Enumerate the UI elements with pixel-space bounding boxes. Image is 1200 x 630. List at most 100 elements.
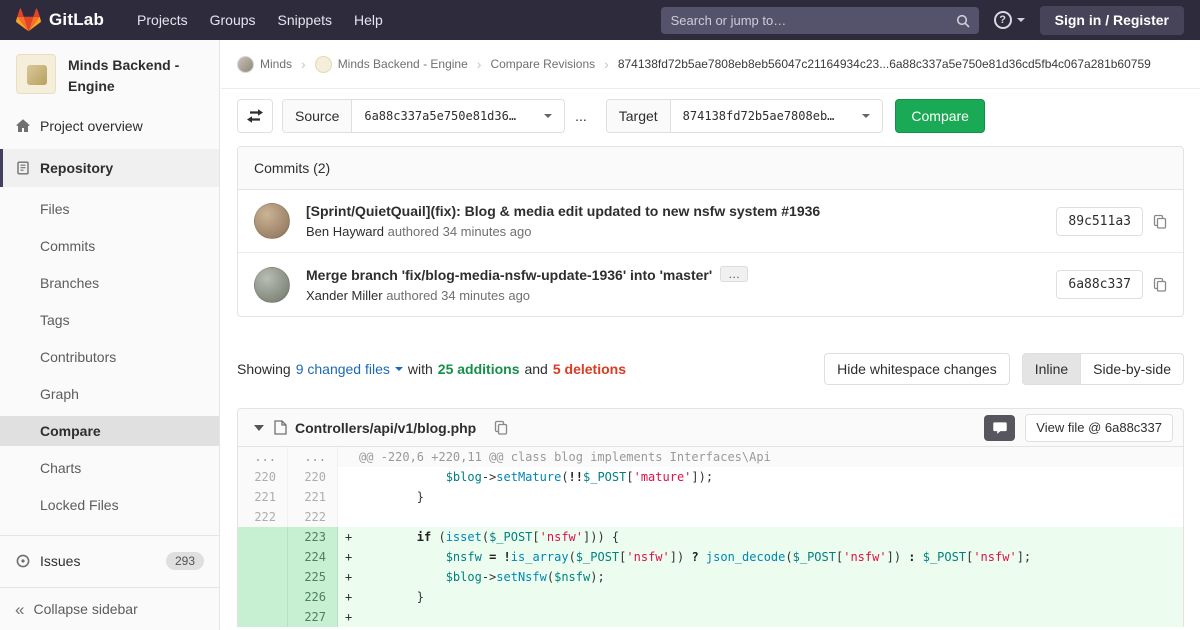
view-file-button[interactable]: View file @ 6a88c337 xyxy=(1025,414,1173,442)
old-line-number[interactable] xyxy=(238,607,288,627)
sidebar-item-tags[interactable]: Tags xyxy=(0,305,219,335)
copy-commit-sha-button[interactable] xyxy=(1153,277,1167,292)
old-line-number[interactable] xyxy=(238,547,288,567)
new-line-number[interactable]: 224 xyxy=(288,547,338,567)
new-line-number[interactable]: 226 xyxy=(288,587,338,607)
sidebar-item-charts[interactable]: Charts xyxy=(0,453,219,483)
commit-author-link[interactable]: Ben Hayward xyxy=(306,224,384,239)
source-ref-dropdown[interactable]: 6a88c337a5e750e81d36… xyxy=(352,100,564,132)
commit-sha-group: 6a88c337 xyxy=(1056,270,1167,299)
sidebar-item-issues[interactable]: Issues 293 xyxy=(0,542,219,580)
commits-panel-header: Commits (2) xyxy=(238,147,1183,190)
commit-author-avatar[interactable] xyxy=(254,267,290,303)
commit-info: [Sprint/QuietQuail](fix): Blog & media e… xyxy=(306,203,1042,239)
nav-item-groups[interactable]: Groups xyxy=(199,0,267,40)
collapse-sidebar-label: Collapse sidebar xyxy=(33,601,137,617)
question-icon: ? xyxy=(994,11,1012,29)
search-icon xyxy=(956,14,970,28)
diff-stats-text: Showing 9 changed files with 25 addition… xyxy=(237,361,824,377)
diff-added-line: 227 + xyxy=(238,607,1183,627)
compare-form: Source 6a88c337a5e750e81d36… ... Target … xyxy=(237,99,1184,133)
diff-marker: + xyxy=(345,527,359,547)
file-icon xyxy=(274,420,287,435)
target-ref-dropdown[interactable]: 874138fd72b5ae7808eb… xyxy=(671,100,883,132)
copy-commit-sha-button[interactable] xyxy=(1153,214,1167,229)
sidebar-item-files[interactable]: Files xyxy=(0,194,219,224)
old-line-number[interactable]: 220 xyxy=(238,467,288,487)
hide-whitespace-button[interactable]: Hide whitespace changes xyxy=(824,353,1010,385)
collapse-sidebar-button[interactable]: « Collapse sidebar xyxy=(0,587,219,630)
diff-added-line: 223+ if (isset($_POST['nsfw'])) { xyxy=(238,527,1183,547)
breadcrumb-item-minds-backend-engine[interactable]: Minds Backend - Engine xyxy=(315,56,468,73)
gitlab-wordmark: GitLab xyxy=(49,10,104,30)
search-input[interactable] xyxy=(661,7,979,34)
nav-item-help[interactable]: Help xyxy=(343,0,394,40)
changed-files-dropdown[interactable]: 9 changed files xyxy=(296,361,403,377)
gitlab-home-link[interactable]: GitLab xyxy=(16,8,104,32)
new-line-number[interactable]: 225 xyxy=(288,567,338,587)
sidebar-item-label: Project overview xyxy=(40,118,143,134)
collapse-diff-icon[interactable] xyxy=(254,425,264,431)
new-line-number[interactable]: 223 xyxy=(288,527,338,547)
side-by-side-view-button[interactable]: Side-by-side xyxy=(1081,353,1184,385)
new-line-number[interactable]: 222 xyxy=(288,507,338,527)
copy-file-path-button[interactable] xyxy=(494,420,508,435)
code-line: + $nsfw = !is_array($_POST['nsfw']) ? js… xyxy=(338,547,1183,567)
collapse-chevrons-icon: « xyxy=(15,601,24,618)
target-label: Target xyxy=(607,100,671,132)
diff-file-header: Controllers/api/v1/blog.php View file @ … xyxy=(238,409,1183,447)
compare-page-body: Source 6a88c337a5e750e81d36… ... Target … xyxy=(221,99,1200,627)
sign-in-button[interactable]: Sign in / Register xyxy=(1040,6,1184,35)
target-ref-value: 874138fd72b5ae7808eb… xyxy=(683,109,835,123)
commit-message-expander[interactable]: … xyxy=(720,266,748,282)
commit-sha-button[interactable]: 6a88c337 xyxy=(1056,270,1143,299)
old-line-number[interactable] xyxy=(238,567,288,587)
old-line-number[interactable] xyxy=(238,587,288,607)
commit-list: [Sprint/QuietQuail](fix): Blog & media e… xyxy=(238,190,1183,316)
chevron-down-icon xyxy=(395,367,403,371)
repository-icon xyxy=(15,160,31,176)
toggle-comments-button[interactable] xyxy=(984,415,1015,441)
sidebar-item-project-overview[interactable]: Project overview xyxy=(0,107,219,145)
compare-button[interactable]: Compare xyxy=(895,99,985,133)
help-dropdown[interactable]: ? xyxy=(994,11,1025,29)
commit-title-link[interactable]: Merge branch 'fix/blog-media-nsfw-update… xyxy=(306,267,712,283)
old-line-number[interactable]: 222 xyxy=(238,507,288,527)
sidebar-item-repository[interactable]: Repository xyxy=(0,149,219,187)
sidebar-item-graph[interactable]: Graph xyxy=(0,379,219,409)
sidebar-item-branches[interactable]: Branches xyxy=(0,268,219,298)
commit-info: Merge branch 'fix/blog-media-nsfw-update… xyxy=(306,266,1042,303)
commit-author-avatar[interactable] xyxy=(254,203,290,239)
project-avatar xyxy=(16,54,56,94)
commit-sha-button[interactable]: 89c511a3 xyxy=(1056,207,1143,236)
diff-header-actions: View file @ 6a88c337 xyxy=(984,414,1173,442)
commit-title-row: Merge branch 'fix/blog-media-nsfw-update… xyxy=(306,266,1042,283)
nav-item-projects[interactable]: Projects xyxy=(126,0,199,40)
breadcrumb-item-compare-revisions[interactable]: Compare Revisions xyxy=(490,57,595,71)
sidebar-item-compare[interactable]: Compare xyxy=(0,416,219,446)
old-line-number[interactable] xyxy=(238,527,288,547)
gitlab-compare-page: GitLab ProjectsGroupsSnippetsHelp ? Sign… xyxy=(0,0,1200,630)
code-line: + xyxy=(338,607,1183,627)
old-line-number[interactable]: 221 xyxy=(238,487,288,507)
diff-marker: + xyxy=(345,607,359,627)
nav-item-snippets[interactable]: Snippets xyxy=(267,0,343,40)
breadcrumb-item-minds[interactable]: Minds xyxy=(237,56,292,73)
breadcrumb-separator: › xyxy=(477,56,482,72)
swap-revisions-button[interactable] xyxy=(237,99,273,133)
new-line-number[interactable]: 221 xyxy=(288,487,338,507)
chevron-down-icon xyxy=(862,114,870,118)
commit-title-link[interactable]: [Sprint/QuietQuail](fix): Blog & media e… xyxy=(306,203,820,219)
inline-view-button[interactable]: Inline xyxy=(1022,353,1081,385)
breadcrumb-separator: › xyxy=(301,56,306,72)
sidebar-item-contributors[interactable]: Contributors xyxy=(0,342,219,372)
sidebar-item-commits[interactable]: Commits xyxy=(0,231,219,261)
new-line-number[interactable]: 220 xyxy=(288,467,338,487)
new-line-number[interactable]: 227 xyxy=(288,607,338,627)
additions-count: 25 additions xyxy=(438,361,520,377)
sidebar-item-locked-files[interactable]: Locked Files xyxy=(0,490,219,520)
commit-author-link[interactable]: Xander Miller xyxy=(306,288,383,303)
diff-file-name[interactable]: Controllers/api/v1/blog.php xyxy=(295,420,476,436)
source-ref-group: Source 6a88c337a5e750e81d36… xyxy=(282,99,565,133)
project-context-header[interactable]: Minds Backend - Engine xyxy=(0,40,219,107)
